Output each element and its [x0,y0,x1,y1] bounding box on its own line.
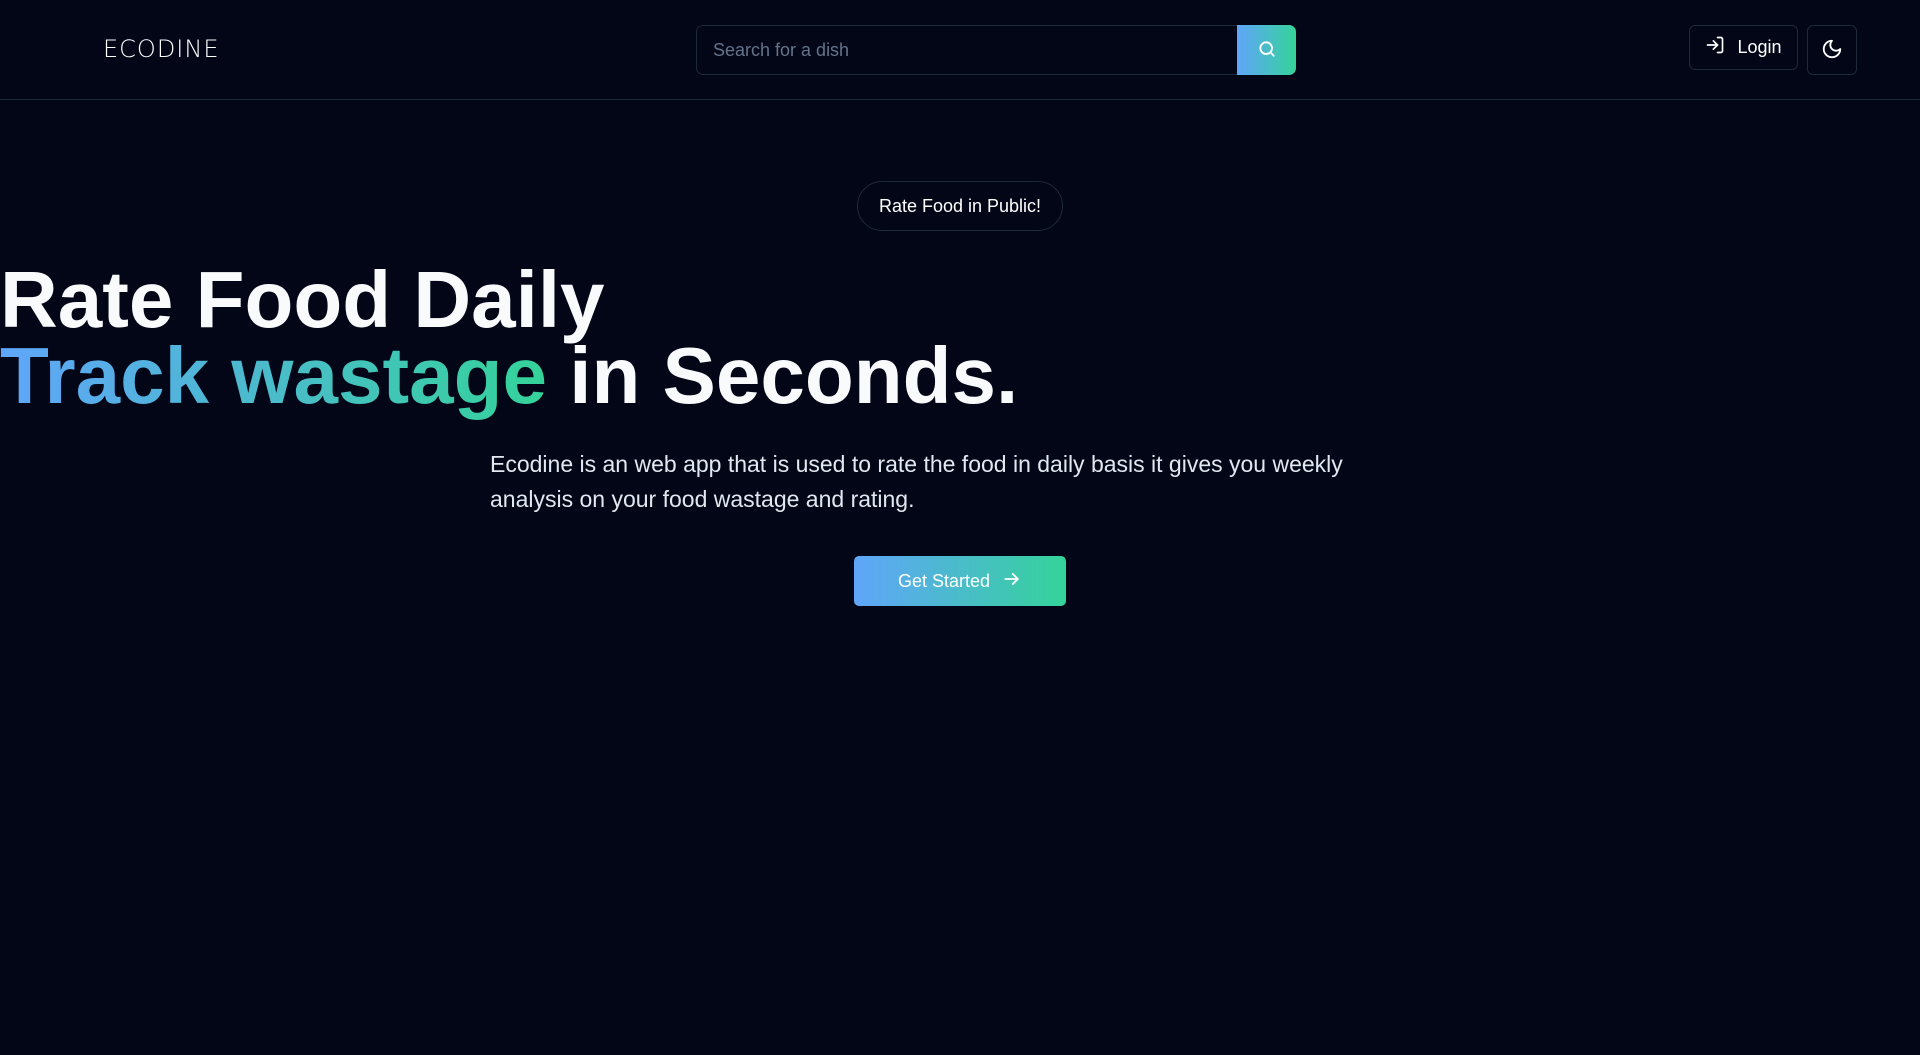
login-button[interactable]: Login [1689,25,1798,70]
hero-badge: Rate Food in Public! [857,181,1063,231]
ecodine-logo[interactable]: ECODINE [103,34,220,64]
arrow-right-icon [1002,569,1022,594]
search-input[interactable] [696,25,1237,75]
get-started-label: Get Started [897,570,991,591]
search-icon [1257,39,1277,62]
search-bar [696,25,1296,75]
headline-line-2: Track wastage in Seconds. [0,336,1920,416]
login-label: Login [1737,37,1782,57]
top-navbar: ECODINE Login [0,0,1920,100]
login-icon [1705,35,1725,60]
headline-highlight: Track wastage [0,331,547,420]
theme-toggle-button[interactable] [1807,25,1857,75]
search-button[interactable] [1237,25,1296,75]
headline-rest: in Seconds. [569,331,1019,420]
hero-headline: Rate Food Daily Track wastage in Seconds… [0,255,1920,416]
hero-description: Ecodine is an web app that is used to ra… [490,451,1343,512]
moon-icon [1821,38,1843,63]
headline-line-1: Rate Food Daily [0,255,605,344]
get-started-button[interactable]: Get Started [854,556,1066,606]
